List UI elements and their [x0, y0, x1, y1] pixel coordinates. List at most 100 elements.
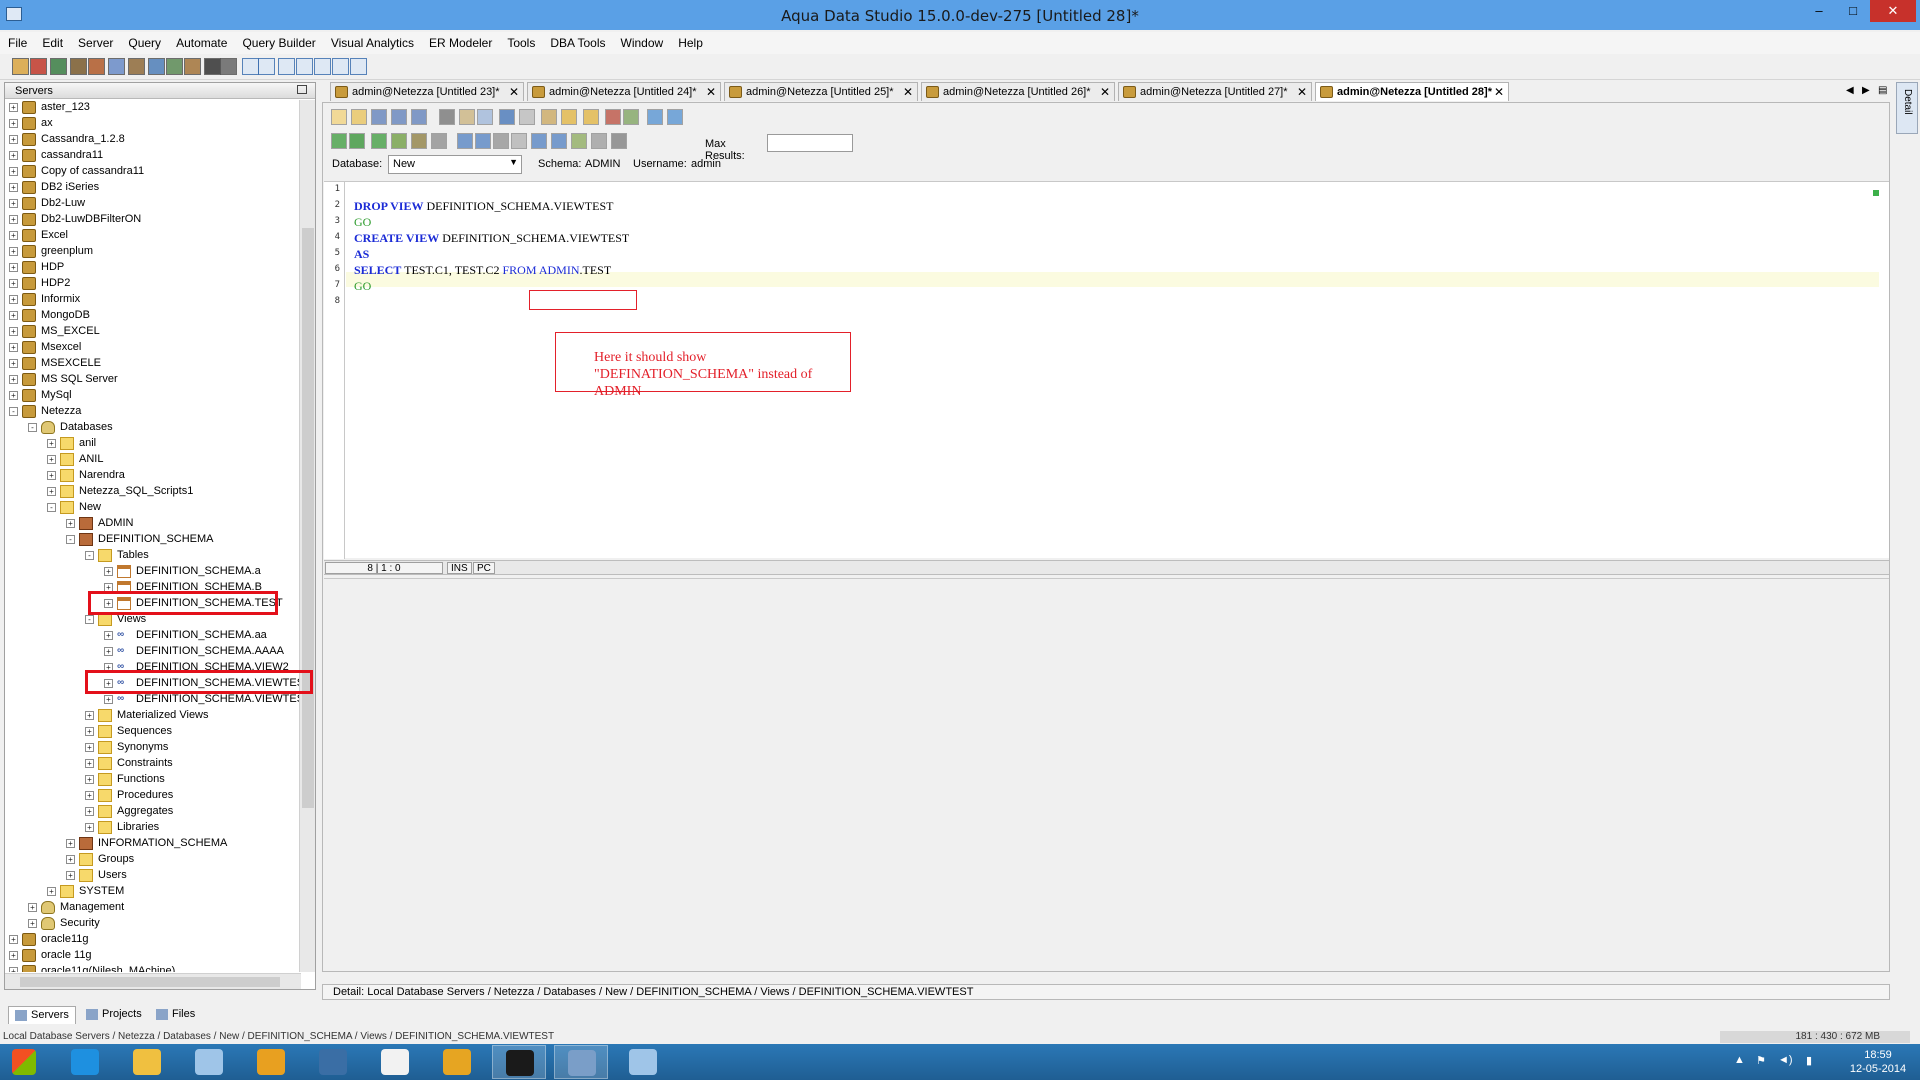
- expand-icon[interactable]: +: [9, 311, 18, 320]
- menu-query-builder[interactable]: Query Builder: [234, 32, 322, 50]
- expand-icon[interactable]: +: [85, 775, 94, 784]
- editor-tab[interactable]: admin@Netezza [Untitled 25]* ✕: [724, 82, 918, 101]
- expand-icon[interactable]: +: [85, 727, 94, 736]
- expand-icon[interactable]: +: [9, 343, 18, 352]
- find-icon[interactable]: [647, 109, 663, 125]
- expand-icon[interactable]: +: [66, 519, 75, 528]
- collapse-icon[interactable]: -: [85, 551, 94, 560]
- explain-icon[interactable]: [411, 133, 427, 149]
- detail-side-tab[interactable]: Detail: [1896, 82, 1918, 134]
- expand-icon[interactable]: +: [9, 263, 18, 272]
- execute-icon[interactable]: [331, 133, 347, 149]
- expand-icon[interactable]: +: [9, 151, 18, 160]
- tab-projects[interactable]: Projects: [80, 1006, 148, 1024]
- expand-icon[interactable]: +: [28, 919, 37, 928]
- expand-icon[interactable]: +: [9, 215, 18, 224]
- editor-tab[interactable]: admin@Netezza [Untitled 28]* ✕: [1315, 82, 1509, 101]
- collapse-icon[interactable]: -: [47, 503, 56, 512]
- layout-icon[interactable]: [258, 58, 275, 75]
- paste-icon[interactable]: [541, 109, 557, 125]
- expand-icon[interactable]: +: [47, 471, 56, 480]
- tree-vertical-scrollbar[interactable]: [299, 100, 315, 972]
- save-icon[interactable]: [371, 109, 387, 125]
- network-icon[interactable]: ▮: [1806, 1054, 1812, 1067]
- new-query-icon[interactable]: [12, 58, 29, 75]
- menu-visual-analytics[interactable]: Visual Analytics: [323, 32, 421, 50]
- cut-icon[interactable]: [499, 109, 515, 125]
- format-icon[interactable]: [605, 109, 621, 125]
- expand-icon[interactable]: +: [85, 823, 94, 832]
- expand-icon[interactable]: +: [66, 839, 75, 848]
- code-line[interactable]: DROP VIEW DEFINITION_SCHEMA.VIEWTEST: [354, 199, 613, 214]
- tab-servers[interactable]: Servers: [8, 1006, 76, 1024]
- editor-tab[interactable]: admin@Netezza [Untitled 26]* ✕: [921, 82, 1115, 101]
- layout-icon[interactable]: [278, 58, 295, 75]
- expand-icon[interactable]: +: [9, 391, 18, 400]
- expand-icon[interactable]: +: [104, 647, 113, 656]
- start-taskbar-button[interactable]: [2, 1045, 48, 1079]
- expand-icon[interactable]: +: [9, 183, 18, 192]
- expand-icon[interactable]: +: [85, 743, 94, 752]
- layout-icon[interactable]: [332, 58, 349, 75]
- stop-icon[interactable]: [431, 133, 447, 149]
- menu-er-modeler[interactable]: ER Modeler: [421, 32, 499, 50]
- expand-icon[interactable]: +: [9, 119, 18, 128]
- collapse-icon[interactable]: -: [66, 535, 75, 544]
- print-icon[interactable]: [439, 109, 455, 125]
- layout-icon[interactable]: [350, 58, 367, 75]
- expand-icon[interactable]: +: [9, 967, 18, 972]
- expand-icon[interactable]: +: [9, 359, 18, 368]
- expand-icon[interactable]: +: [9, 167, 18, 176]
- expand-icon[interactable]: +: [9, 231, 18, 240]
- filter-icon[interactable]: [70, 58, 87, 75]
- show-hidden-icons-icon[interactable]: ▲: [1734, 1054, 1745, 1066]
- chrome-taskbar-button[interactable]: [244, 1045, 298, 1079]
- clock[interactable]: 18:59 12-05-2014: [1848, 1048, 1908, 1076]
- menu-automate[interactable]: Automate: [168, 32, 234, 50]
- replace-icon[interactable]: [667, 109, 683, 125]
- query-builder-icon[interactable]: [128, 58, 145, 75]
- notepad2-taskbar-button[interactable]: [616, 1045, 670, 1079]
- results-grid-icon[interactable]: [531, 133, 547, 149]
- code-editor[interactable]: 1 2 3 4 5 6 7 8 DROP VIEW DEFINITION_SCHEMA.VIE…: [324, 181, 1889, 559]
- expand-icon[interactable]: +: [47, 439, 56, 448]
- copy-icon[interactable]: [519, 109, 535, 125]
- expand-icon[interactable]: +: [9, 375, 18, 384]
- menu-help[interactable]: Help: [670, 32, 710, 50]
- tab-scroll-left-icon[interactable]: ◀: [1846, 85, 1854, 96]
- expand-icon[interactable]: +: [9, 199, 18, 208]
- memory-usage[interactable]: 181 : 430 : 672 MB: [1720, 1031, 1910, 1043]
- server-tree[interactable]: + aster_123 + ax + Cassandra_1.2.8 + cassandra1…: [5, 100, 301, 972]
- expand-icon[interactable]: +: [104, 567, 113, 576]
- expand-icon[interactable]: +: [85, 791, 94, 800]
- close-button[interactable]: ✕: [1870, 0, 1916, 22]
- save-all-icon[interactable]: [411, 109, 427, 125]
- expand-icon[interactable]: +: [9, 103, 18, 112]
- notepad-taskbar-button[interactable]: [182, 1045, 236, 1079]
- file-explorer-taskbar-button[interactable]: [120, 1045, 174, 1079]
- command-prompt-taskbar-button[interactable]: [492, 1045, 546, 1079]
- remote-desktop-taskbar-button[interactable]: [306, 1045, 360, 1079]
- volume-icon[interactable]: ◄): [1778, 1054, 1793, 1066]
- scrollbar-thumb[interactable]: [20, 977, 280, 987]
- rollback-icon[interactable]: [493, 133, 509, 149]
- expand-icon[interactable]: +: [85, 759, 94, 768]
- expand-icon[interactable]: +: [85, 807, 94, 816]
- menu-edit[interactable]: Edit: [34, 32, 70, 50]
- restore-panel-icon[interactable]: [297, 85, 307, 94]
- code-line[interactable]: GO: [354, 215, 371, 230]
- check-icon[interactable]: [623, 109, 639, 125]
- expand-icon[interactable]: +: [85, 711, 94, 720]
- register-icon[interactable]: [50, 58, 67, 75]
- tab-files[interactable]: Files: [150, 1006, 201, 1024]
- refresh-icon[interactable]: [571, 133, 587, 149]
- save-as-icon[interactable]: [391, 109, 407, 125]
- dropdown-icon[interactable]: [220, 58, 237, 75]
- execute-current-icon[interactable]: [371, 133, 387, 149]
- expand-icon[interactable]: +: [9, 295, 18, 304]
- commit-icon[interactable]: [457, 133, 473, 149]
- expand-icon[interactable]: +: [66, 871, 75, 880]
- menu-dba-tools[interactable]: DBA Tools: [542, 32, 612, 50]
- editor-tab[interactable]: admin@Netezza [Untitled 23]* ✕: [330, 82, 524, 101]
- tab-list-icon[interactable]: ▤: [1878, 85, 1887, 96]
